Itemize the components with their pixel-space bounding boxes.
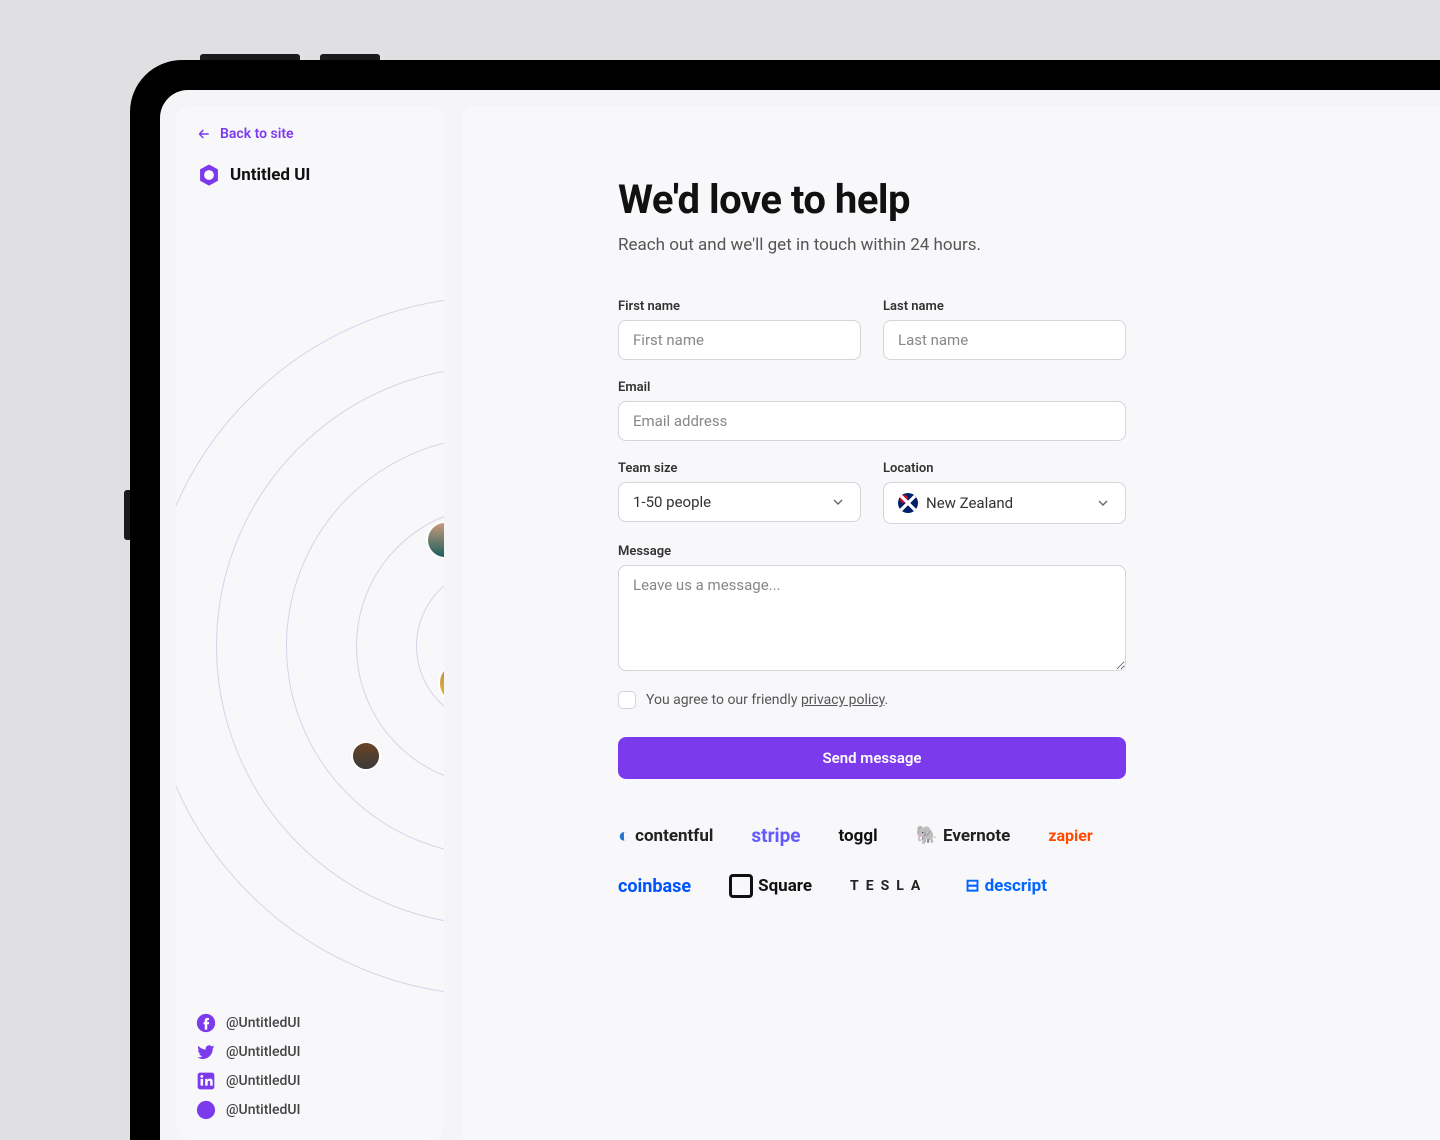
email-input[interactable] — [618, 401, 1126, 441]
location-label: Location — [883, 461, 1126, 476]
logo-contentful: contentful — [618, 823, 713, 848]
logo-icon — [196, 162, 222, 188]
social-facebook[interactable]: @UntitledUI — [196, 1013, 424, 1033]
policy-text: You agree to our friendly privacy policy… — [646, 692, 888, 708]
last-name-input[interactable] — [883, 320, 1126, 360]
twitter-icon — [196, 1042, 216, 1062]
arrow-left-icon — [196, 126, 212, 142]
social-handle: @UntitledUI — [226, 1102, 300, 1118]
location-value: New Zealand — [926, 494, 1013, 512]
first-name-label: First name — [618, 299, 861, 314]
team-size-label: Team size — [618, 461, 861, 476]
main-content: We'd love to help Reach out and we'll ge… — [462, 106, 1440, 1140]
social-handle: @UntitledUI — [226, 1015, 300, 1031]
location-select[interactable]: New Zealand — [883, 482, 1126, 524]
last-name-label: Last name — [883, 299, 1126, 314]
privacy-policy-link[interactable]: privacy policy — [801, 692, 885, 708]
page-subtitle: Reach out and we'll get in touch within … — [618, 235, 1126, 255]
team-size-select[interactable]: 1-50 people — [618, 482, 861, 522]
page-title: We'd love to help — [618, 176, 1126, 223]
first-name-input[interactable] — [618, 320, 861, 360]
logo-zapier: zapier — [1048, 826, 1092, 845]
dribbble-icon — [196, 1100, 216, 1120]
flag-icon — [898, 493, 918, 513]
avatar — [351, 741, 381, 771]
sidebar: Back to site Untitled UI @UntitledUI — [176, 106, 444, 1140]
logo-square: Square — [729, 874, 812, 898]
social-linkedin[interactable]: @UntitledUI — [196, 1071, 424, 1091]
back-label: Back to site — [220, 126, 294, 142]
email-label: Email — [618, 380, 1126, 395]
social-handle: @UntitledUI — [226, 1073, 300, 1089]
chevron-down-icon — [830, 494, 846, 510]
message-textarea[interactable] — [618, 565, 1126, 671]
linkedin-icon — [196, 1071, 216, 1091]
device-frame: Back to site Untitled UI @UntitledUI — [130, 60, 1440, 1140]
team-size-value: 1-50 people — [633, 493, 711, 511]
device-button — [124, 490, 130, 540]
social-links: @UntitledUI @UntitledUI @UntitledUI @Unt… — [196, 1013, 424, 1120]
brand-name: Untitled UI — [230, 165, 310, 185]
orbit-illustration — [176, 286, 444, 886]
logo-coinbase: coinbase — [618, 876, 691, 897]
logo-descript: descript — [965, 876, 1047, 896]
logo-tesla: TESLA — [850, 878, 927, 894]
app-screen: Back to site Untitled UI @UntitledUI — [160, 90, 1440, 1140]
chevron-down-icon — [1095, 495, 1111, 511]
avatar — [426, 521, 444, 559]
partner-logos: contentful stripe toggl Evernote zapier … — [618, 823, 1126, 898]
policy-checkbox[interactable] — [618, 691, 636, 709]
submit-button[interactable]: Send message — [618, 737, 1126, 779]
message-label: Message — [618, 544, 1126, 559]
social-twitter[interactable]: @UntitledUI — [196, 1042, 424, 1062]
back-link[interactable]: Back to site — [196, 126, 424, 142]
logo-toggl: toggl — [839, 826, 878, 846]
logo-stripe: stripe — [751, 824, 800, 847]
facebook-icon — [196, 1013, 216, 1033]
social-dribbble[interactable]: @UntitledUI — [196, 1100, 424, 1120]
brand-logo[interactable]: Untitled UI — [196, 162, 424, 188]
avatar — [438, 661, 444, 705]
social-handle: @UntitledUI — [226, 1044, 300, 1060]
logo-evernote: Evernote — [916, 825, 1011, 846]
